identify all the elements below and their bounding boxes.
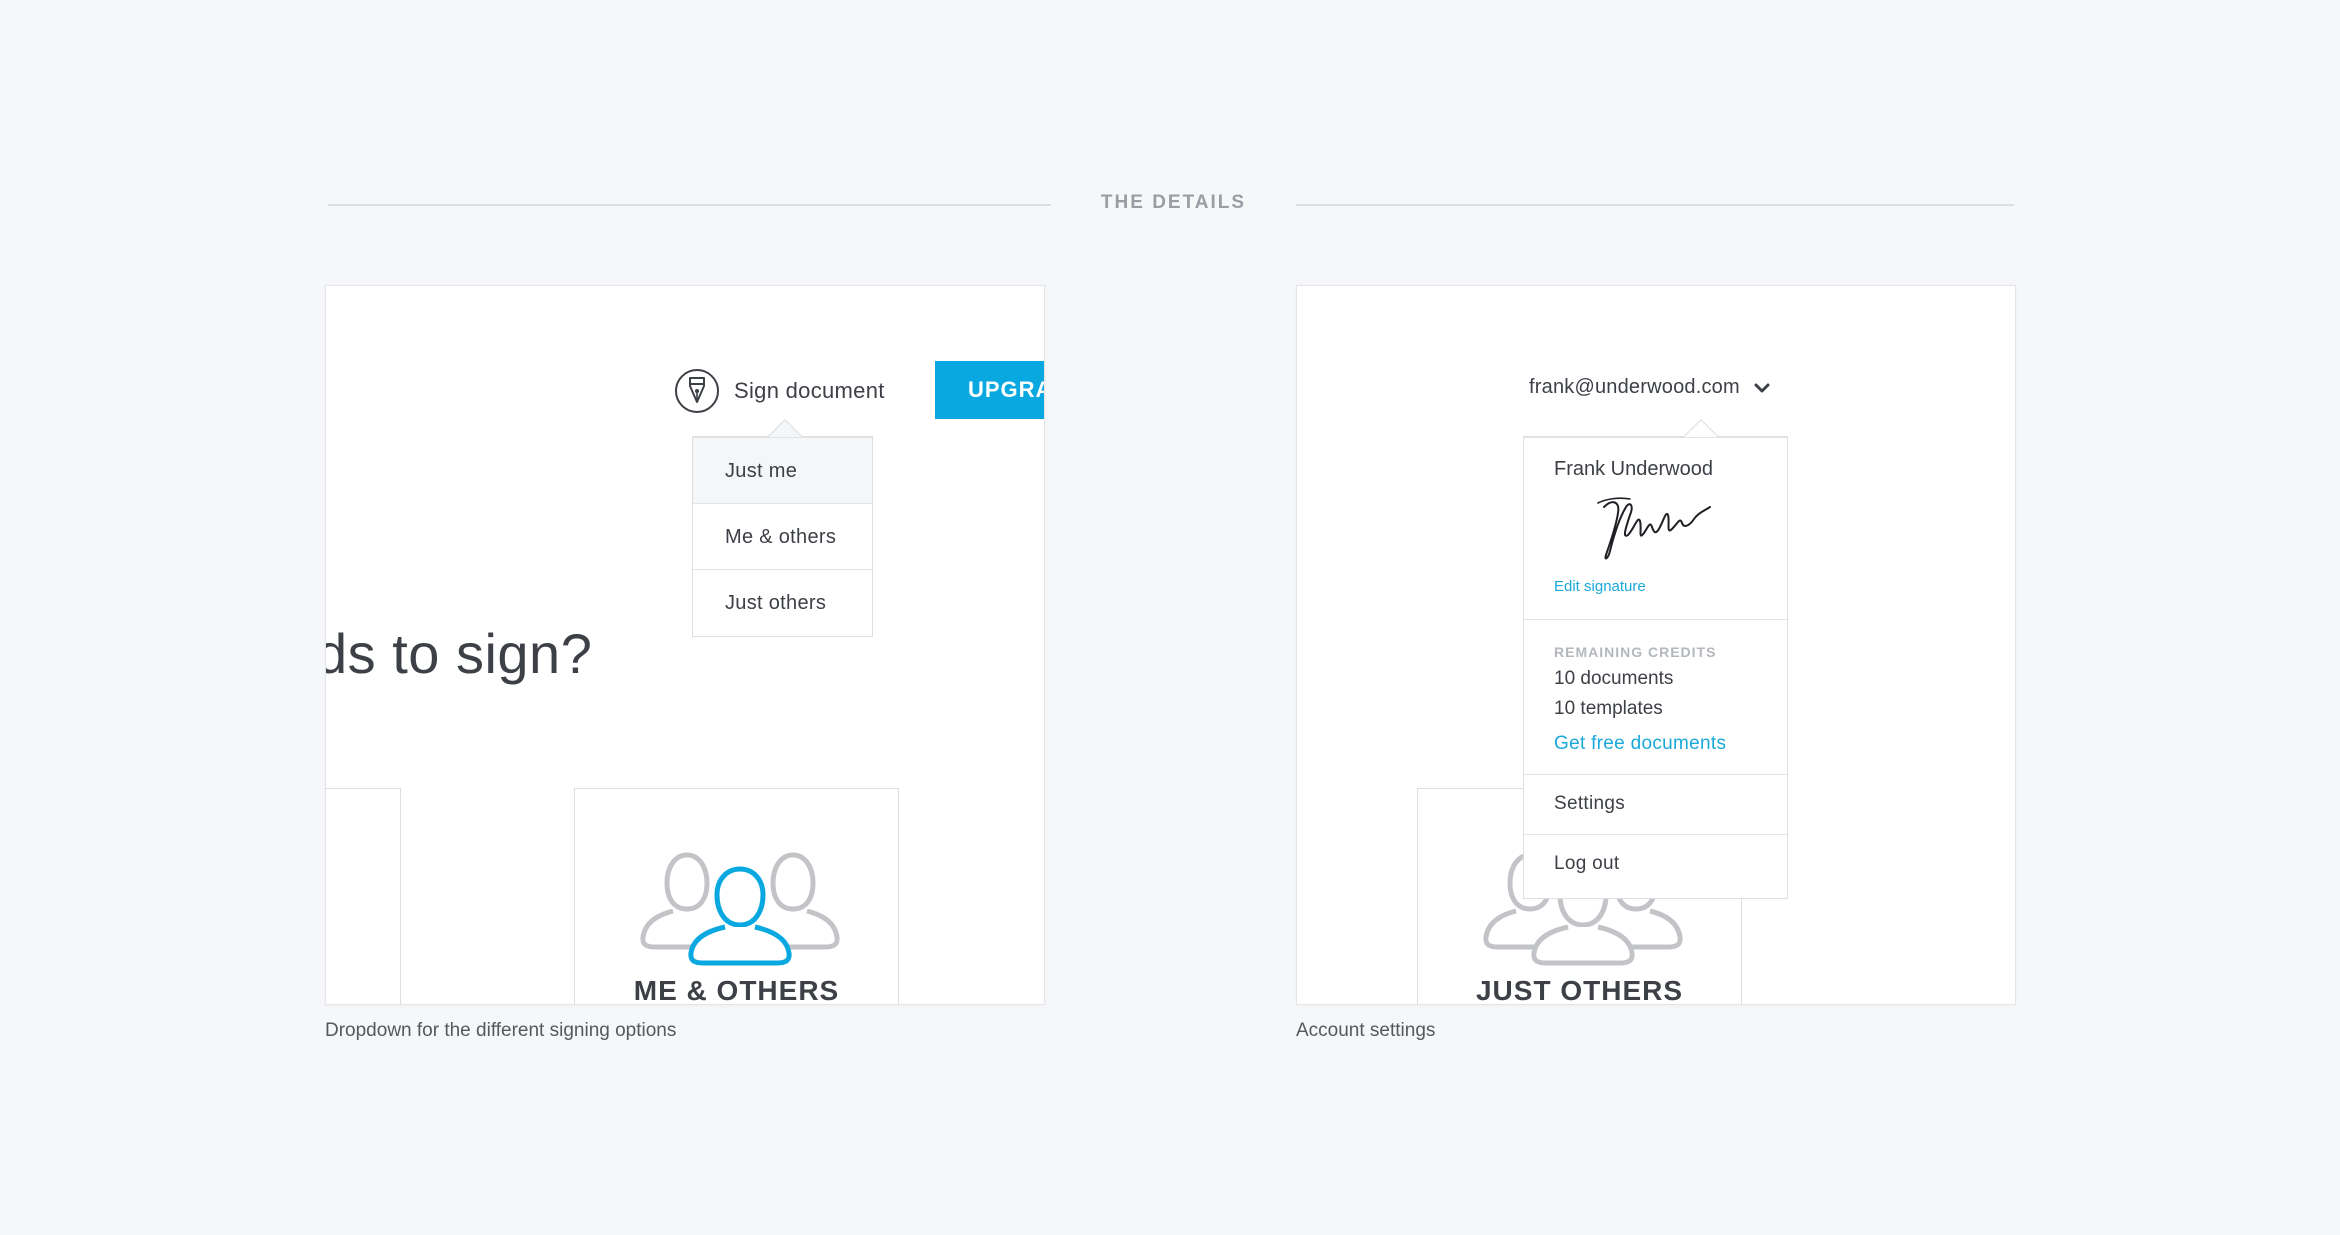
- pen-nib-icon: [675, 369, 719, 413]
- profile-section: Frank Underwood Edit signature: [1524, 437, 1787, 619]
- divider-right: [1296, 204, 2014, 206]
- menu-item-logout[interactable]: Log out: [1524, 834, 1787, 894]
- credits-section: REMAINING CREDITS 10 documents 10 templa…: [1524, 619, 1787, 774]
- user-name: Frank Underwood: [1554, 458, 1713, 480]
- menu-item-just-others[interactable]: Just others: [693, 569, 872, 635]
- signing-options-dropdown: Just me Me & others Just others: [692, 419, 873, 637]
- sign-document-button[interactable]: Sign document: [674, 368, 885, 414]
- caption-signing-options: Dropdown for the different signing optio…: [325, 1020, 677, 1041]
- caption-account-settings: Account settings: [1296, 1020, 1436, 1041]
- option-card-me-and-others[interactable]: ME & OTHERS: [574, 788, 899, 1005]
- card-label: ME & OTHERS: [633, 975, 840, 1005]
- menu-item-me-and-others[interactable]: Me & others: [693, 503, 872, 569]
- details-page: THE DETAILS Sign document UPGRADE ds to …: [0, 0, 2340, 1235]
- get-free-documents-link[interactable]: Get free documents: [1554, 733, 1726, 755]
- divider-left: [328, 204, 1051, 206]
- menu-item-just-me[interactable]: Just me: [693, 437, 872, 503]
- credits-documents: 10 documents: [1554, 668, 1674, 689]
- account-email: frank@underwood.com: [1529, 376, 1740, 398]
- menu-item-settings[interactable]: Settings: [1524, 774, 1787, 834]
- account-menu-trigger[interactable]: frank@underwood.com: [1529, 376, 1770, 399]
- chevron-down-icon: [1754, 383, 1770, 392]
- credits-title: REMAINING CREDITS: [1554, 644, 1717, 660]
- people-group-icon: [640, 852, 840, 966]
- sign-document-label: Sign document: [734, 378, 885, 403]
- account-settings-panel: frank@underwood.com JUST OTHERS Frank Un…: [1296, 285, 2016, 1005]
- credits-templates: 10 templates: [1554, 698, 1663, 719]
- headline: ds to sign?: [325, 622, 593, 685]
- signing-options-panel: Sign document UPGRADE ds to sign? ME & O…: [325, 285, 1045, 1005]
- account-dropdown: Frank Underwood Edit signature REMAINING…: [1523, 419, 1788, 899]
- card-label: JUST OTHERS: [1475, 975, 1684, 1005]
- handwritten-signature: [1597, 497, 1711, 560]
- upgrade-button[interactable]: UPGRADE: [935, 361, 1044, 419]
- section-title: THE DETAILS: [1100, 192, 1247, 213]
- option-card-just-me[interactable]: [326, 788, 401, 1004]
- edit-signature-link[interactable]: Edit signature: [1554, 578, 1646, 595]
